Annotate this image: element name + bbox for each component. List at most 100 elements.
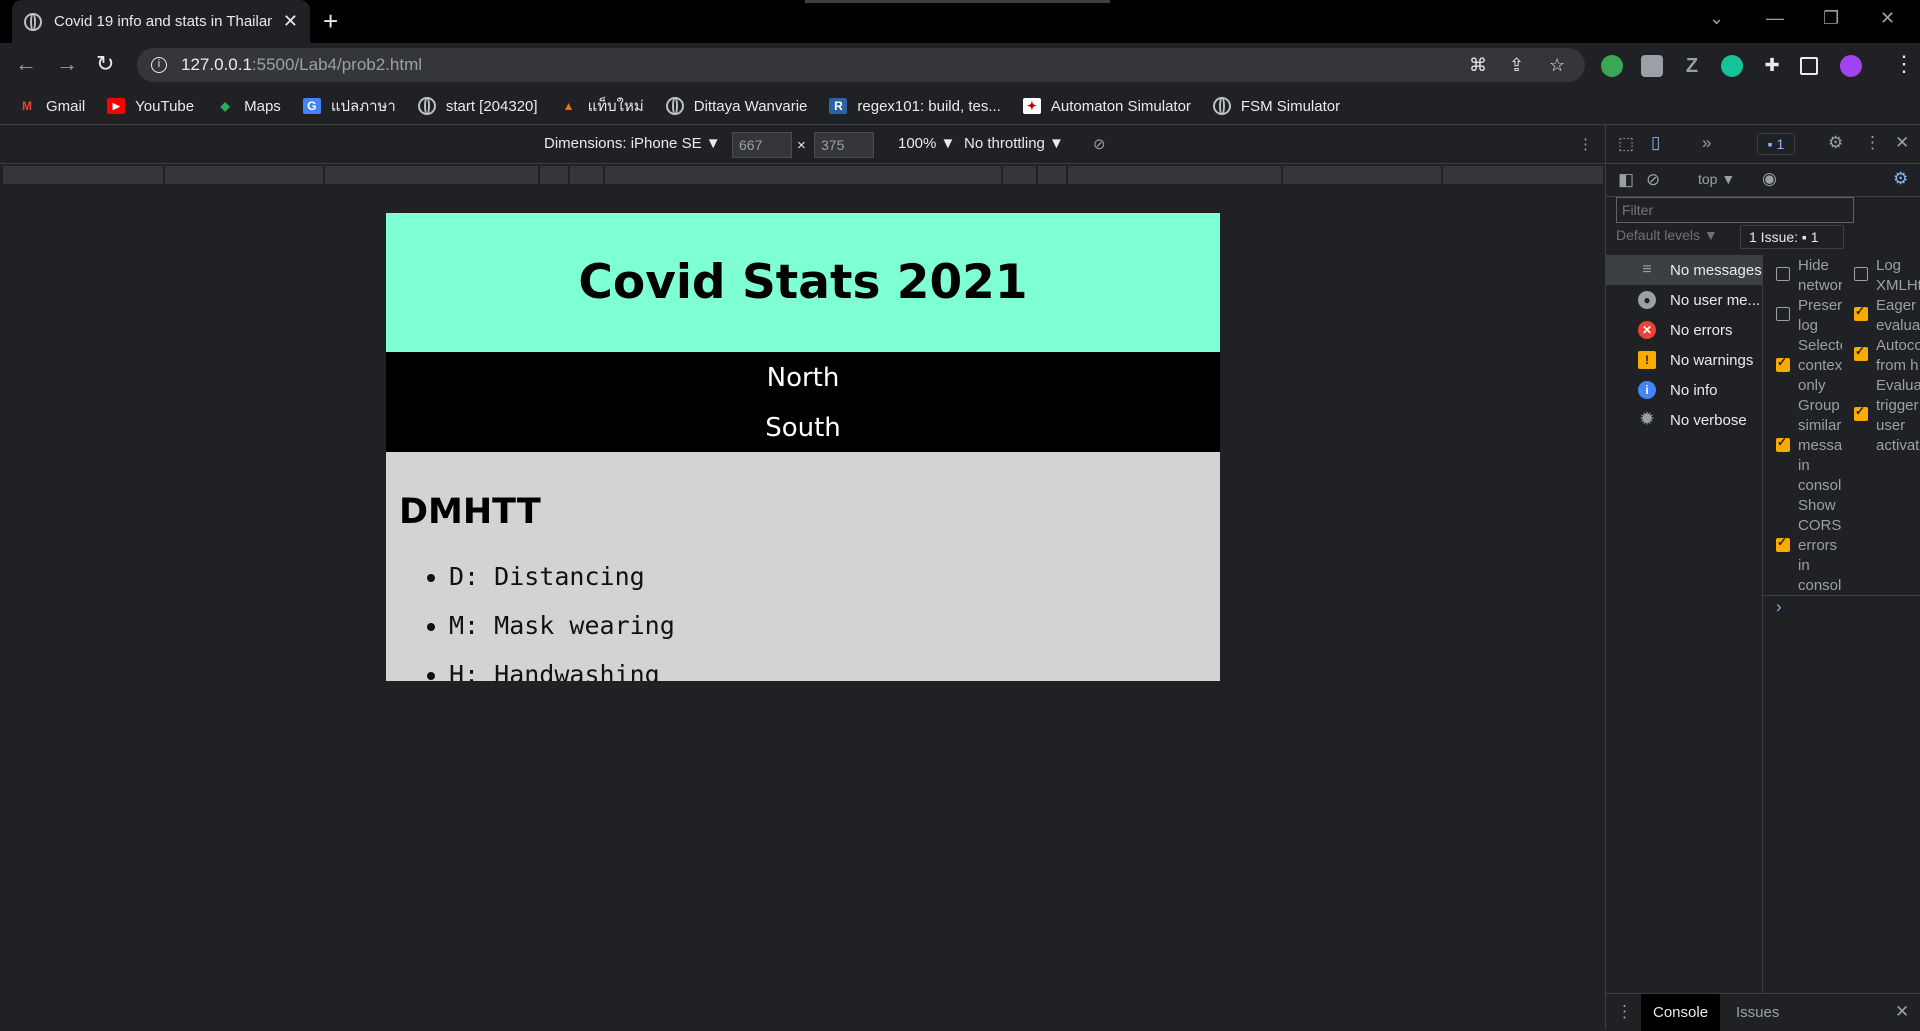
extensions-puzzle-icon[interactable]: ✚ (1761, 55, 1783, 77)
maximize-button[interactable]: ❐ (1823, 8, 1839, 29)
active-tab[interactable]: Covid 19 info and stats in Thailand ✕ (12, 0, 310, 43)
globe-icon (665, 97, 684, 115)
rotate-icon[interactable]: ⊘ (1093, 135, 1106, 153)
log-levels-select[interactable]: Default levels ▼ (1616, 227, 1718, 243)
extension-icon[interactable]: Z (1681, 55, 1703, 77)
sidebar-item-info[interactable]: i No info (1606, 375, 1762, 405)
console-filter-input[interactable] (1616, 197, 1854, 223)
devtools-toolbar: ⬚ ▯ » ▪ 1 ⚙ ⋮ ✕ (1606, 125, 1920, 164)
site-info-icon[interactable]: i (151, 57, 167, 73)
media-query-segment[interactable] (1038, 166, 1068, 184)
bookmark-youtube[interactable]: ▶ YouTube (107, 98, 194, 115)
selected-context-checkbox[interactable] (1776, 355, 1790, 372)
console-prompt[interactable]: › (1776, 597, 1782, 617)
bookmark-regex101[interactable]: Rregex101: build, tes... (829, 98, 1001, 115)
extension-icon[interactable] (1641, 55, 1663, 77)
avatar[interactable] (1840, 55, 1862, 77)
user-activation-checkbox[interactable] (1854, 404, 1868, 421)
list-item: D: Distancing (449, 562, 1207, 591)
tab-search-icon[interactable]: ⌄ (1709, 8, 1724, 29)
browser-menu-icon[interactable]: ⋮ (1893, 51, 1915, 77)
bookmark-label: Automaton Simulator (1050, 97, 1191, 115)
autocomplete-checkbox[interactable] (1854, 344, 1868, 361)
sidebar-item-warnings[interactable]: ! No warnings (1606, 345, 1762, 375)
side-panel-icon[interactable] (1800, 57, 1818, 75)
grammarly-icon[interactable] (1721, 55, 1743, 77)
inspect-element-icon[interactable]: ⬚ (1618, 134, 1634, 154)
issues-button[interactable]: 1 Issue: ▪ 1 (1740, 225, 1844, 249)
bookmark-dittaya[interactable]: Dittaya Wanvarie (665, 97, 807, 115)
tab-console[interactable]: Console (1641, 994, 1721, 1031)
minimize-button[interactable]: — (1766, 8, 1784, 29)
tab-issues[interactable]: Issues (1724, 994, 1791, 1031)
bookmark-new-tab[interactable]: ▲ แท็บใหม่ (560, 94, 644, 118)
media-query-segment[interactable] (540, 166, 570, 184)
bookmark-maps[interactable]: ◆ Maps (216, 98, 281, 115)
close-devtools-icon[interactable]: ✕ (1895, 133, 1909, 153)
media-query-segment[interactable] (325, 166, 540, 184)
dmhtt-list: D: Distancing M: Mask wearing H: Handwas… (399, 562, 1207, 681)
dimension-separator: × (797, 137, 806, 154)
media-query-segment[interactable] (1068, 166, 1283, 184)
group-similar-checkbox[interactable] (1776, 435, 1790, 452)
device-dimensions-select[interactable]: Dimensions: iPhone SE ▼ (544, 135, 721, 152)
log-xmlhttp-checkbox[interactable] (1854, 267, 1868, 281)
device-toolbar: Dimensions: iPhone SE ▼ 667 × 375 100% ▼… (0, 125, 1605, 164)
media-query-segment[interactable] (1003, 166, 1038, 184)
context-select[interactable]: top ▼ (1698, 171, 1735, 187)
throttling-select[interactable]: No throttling ▼ (964, 135, 1064, 152)
device-more-icon[interactable]: ⋮ (1578, 135, 1593, 153)
bookmark-automaton[interactable]: ✦ Automaton Simulator (1022, 97, 1191, 115)
eager-evaluation-checkbox[interactable] (1854, 304, 1868, 321)
device-toggle-icon[interactable]: ▯ (1651, 133, 1660, 153)
preserve-log-checkbox[interactable] (1776, 307, 1790, 321)
devtools-menu-icon[interactable]: ⋮ (1864, 133, 1881, 153)
media-query-segment[interactable] (1283, 166, 1443, 184)
sidebar-item-verbose[interactable]: ✹ No verbose (1606, 405, 1762, 435)
more-tabs-icon[interactable]: » (1702, 133, 1711, 153)
hide-network-checkbox[interactable] (1776, 267, 1790, 281)
bookmarks-bar: M Gmail ▶ YouTube ◆ Maps G แปลภาษา start [20… (0, 88, 1920, 125)
live-expression-eye-icon[interactable]: ◉ (1762, 169, 1777, 189)
bookmark-gmail[interactable]: M Gmail (18, 98, 85, 115)
sidebar-item-user-messages[interactable]: ● No user me... (1606, 285, 1762, 315)
translate-page-icon[interactable]: ⌘ (1469, 55, 1487, 76)
settings-gear-icon[interactable]: ⚙ (1828, 133, 1843, 153)
close-tab-icon[interactable]: ✕ (283, 11, 298, 32)
extension-icon[interactable] (1601, 55, 1623, 77)
console-toolbar: ◧ ⊘ top ▼ ◉ ⚙ (1606, 164, 1920, 197)
new-tab-button[interactable]: + (323, 6, 338, 37)
device-width-input[interactable]: 667 (732, 132, 792, 158)
bookmark-translate[interactable]: G แปลภาษา (302, 94, 396, 118)
share-icon[interactable]: ⇪ (1509, 55, 1524, 76)
bookmark-star-icon[interactable]: ☆ (1549, 55, 1565, 76)
sidebar-toggle-icon[interactable]: ◧ (1618, 170, 1634, 190)
issues-badge[interactable]: ▪ 1 (1757, 133, 1795, 155)
clear-console-icon[interactable]: ⊘ (1646, 170, 1660, 190)
sidebar-item-messages[interactable]: ≡ No messages (1606, 255, 1762, 285)
media-query-segment[interactable] (605, 166, 1003, 184)
sidebar-item-errors[interactable]: ✕ No errors (1606, 315, 1762, 345)
new-tab-icon: ▲ (562, 99, 575, 113)
media-query-segment[interactable] (570, 166, 605, 184)
device-height-input[interactable]: 375 (814, 132, 874, 158)
reload-button[interactable]: ↻ (96, 51, 114, 77)
zoom-select[interactable]: 100% ▼ (898, 135, 955, 152)
drawer-menu-icon[interactable]: ⋮ (1616, 1002, 1633, 1022)
bookmark-start[interactable]: start [204320] (417, 97, 538, 115)
back-button[interactable]: ← (15, 51, 37, 77)
sidebar-item-label: No user me... (1670, 291, 1761, 309)
media-query-segment[interactable] (1443, 166, 1605, 184)
media-query-segment[interactable] (3, 166, 165, 184)
close-drawer-icon[interactable]: ✕ (1895, 1002, 1909, 1022)
nav-link-south[interactable]: South (386, 402, 1220, 452)
media-query-segment[interactable] (165, 166, 325, 184)
address-bar[interactable]: i 127.0.0.1:5500/Lab4/prob2.html ⌘ ⇪ ☆ (137, 48, 1585, 82)
nav-link-north[interactable]: North (386, 352, 1220, 402)
console-settings-icon[interactable]: ⚙ (1893, 169, 1908, 189)
show-cors-checkbox[interactable] (1776, 535, 1790, 552)
close-window-button[interactable]: ✕ (1880, 8, 1895, 29)
list-icon: ≡ (1642, 261, 1652, 278)
bookmark-fsm[interactable]: FSM Simulator (1212, 97, 1340, 115)
forward-button[interactable]: → (56, 51, 78, 77)
